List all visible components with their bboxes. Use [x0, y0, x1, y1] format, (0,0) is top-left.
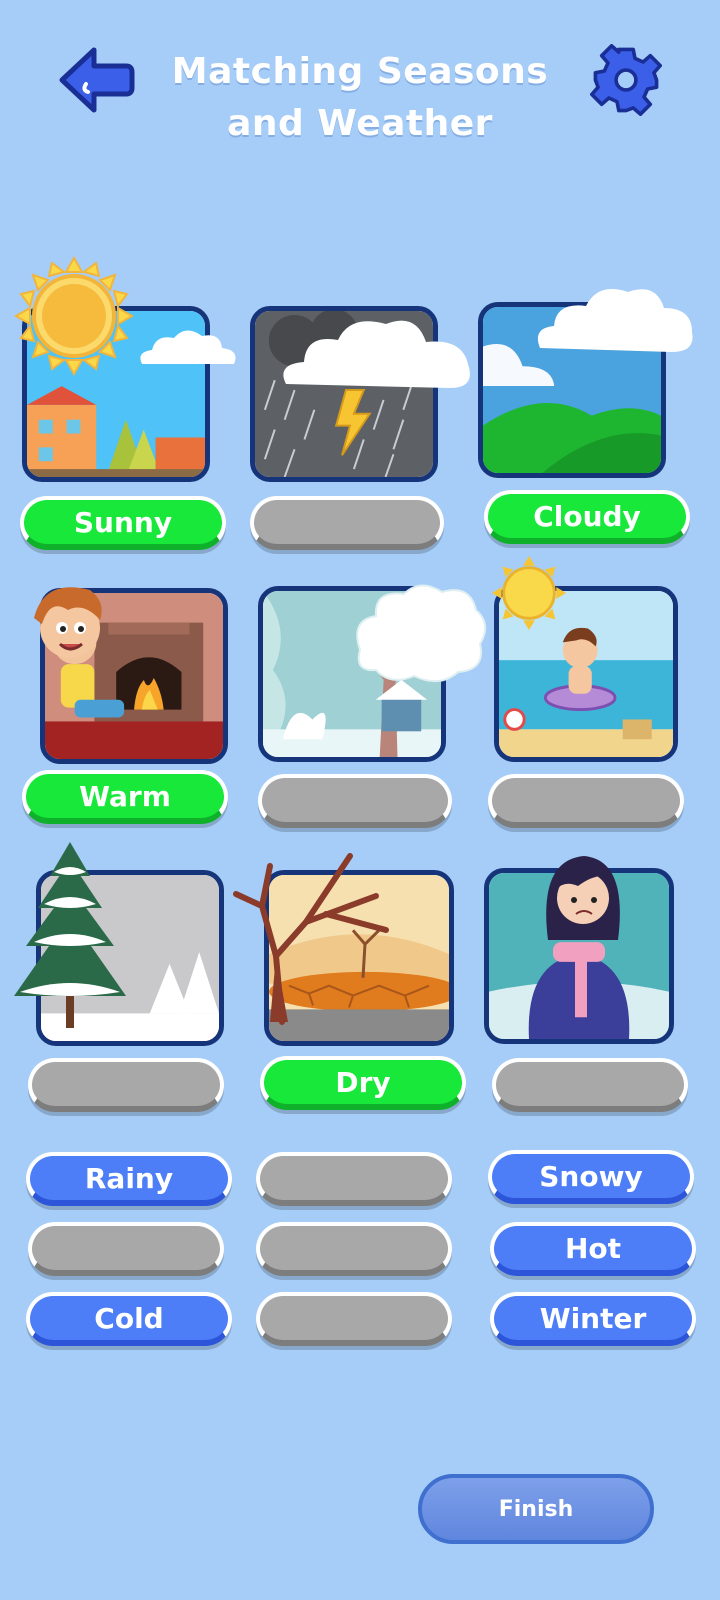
answer-slot-6[interactable]	[488, 774, 684, 828]
card-snowy-tree-house[interactable]	[258, 586, 446, 762]
card-fireplace-boy[interactable]	[40, 588, 228, 764]
word-chip-snowy[interactable]: Snowy	[488, 1150, 694, 1204]
answer-slot-2[interactable]	[250, 496, 444, 550]
page-title: Matching Seasons and Weather	[171, 51, 549, 144]
answer-slot-4[interactable]: Warm	[22, 770, 228, 824]
answer-slot-8[interactable]: Dry	[260, 1056, 466, 1110]
word-chip-empty	[28, 1222, 224, 1276]
answer-slot-3[interactable]: Cloudy	[484, 490, 690, 544]
finish-button[interactable]: Finish	[418, 1474, 654, 1544]
card-beach-swimmer[interactable]	[494, 586, 678, 762]
word-chip-empty	[256, 1222, 452, 1276]
card-shivering-girl[interactable]	[484, 868, 674, 1044]
answer-slot-1[interactable]: Sunny	[20, 496, 226, 550]
answer-slot-9[interactable]	[492, 1058, 688, 1112]
card-sunny-town[interactable]	[22, 306, 210, 482]
word-chip-cold[interactable]: Cold	[26, 1292, 232, 1346]
back-arrow-icon[interactable]	[56, 40, 136, 120]
word-chip-empty	[256, 1152, 452, 1206]
card-cloudy-hills[interactable]	[478, 302, 666, 478]
word-chip-hot[interactable]: Hot	[490, 1222, 696, 1276]
gear-icon[interactable]	[590, 44, 662, 116]
card-snow-pine[interactable]	[36, 870, 224, 1046]
answer-slot-7[interactable]	[28, 1058, 224, 1112]
card-storm-rain[interactable]	[250, 306, 438, 482]
word-chip-winter[interactable]: Winter	[490, 1292, 696, 1346]
card-dry-land[interactable]	[264, 870, 454, 1046]
word-chip-empty	[256, 1292, 452, 1346]
word-chip-rainy[interactable]: Rainy	[26, 1152, 232, 1206]
answer-slot-5[interactable]	[258, 774, 452, 828]
